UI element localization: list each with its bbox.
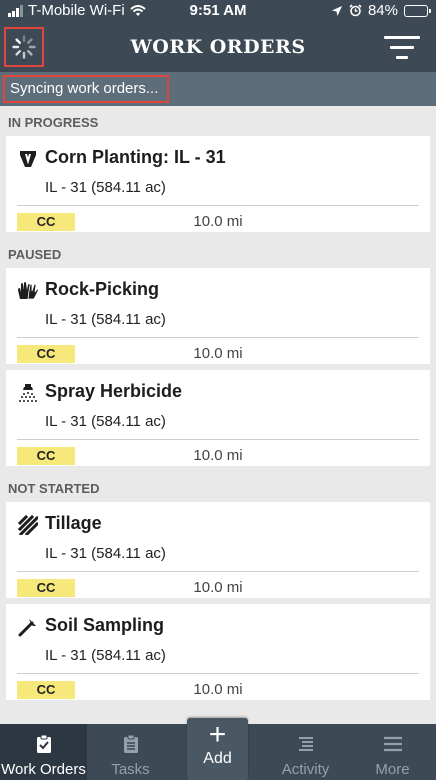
seed-planter-icon xyxy=(17,148,39,170)
work-order-field: IL - 31 (584.11 ac) xyxy=(45,413,166,430)
tab-label: Activity xyxy=(281,761,330,778)
work-order-title: Rock-Picking xyxy=(45,279,160,299)
section-header-not-started: NOT STARTED xyxy=(8,481,100,496)
page-title: WORK ORDERS xyxy=(130,36,306,58)
divider xyxy=(17,673,419,674)
section-header-paused: PAUSED xyxy=(8,247,62,262)
work-order-title: Spray Herbicide xyxy=(45,381,183,401)
sync-status-bar: Syncing work orders... xyxy=(0,72,436,106)
work-order-distance: 10.0 mi xyxy=(193,213,243,230)
work-order-field: IL - 31 (584.11 ac) xyxy=(45,647,166,664)
location-arrow-icon xyxy=(331,5,342,16)
filter-button[interactable] xyxy=(384,36,420,60)
work-order-card[interactable]: Corn Planting: IL - 31 IL - 31 (584.11 a… xyxy=(6,136,430,232)
work-order-field: IL - 31 (584.11 ac) xyxy=(45,311,166,328)
work-orders-list[interactable]: IN PROGRESS Corn Planting: IL - 31 IL - … xyxy=(0,106,436,724)
work-order-title: Corn Planting: IL - 31 xyxy=(45,147,226,167)
divider xyxy=(17,205,419,206)
divider xyxy=(17,337,419,338)
add-button[interactable]: + Add xyxy=(187,718,248,780)
clipboard-list-icon xyxy=(123,734,138,753)
work-order-card[interactable]: Soil Sampling IL - 31 (584.11 ac) CC 10.… xyxy=(6,604,430,700)
sync-message: Syncing work orders... xyxy=(3,75,169,103)
work-order-field: IL - 31 (584.11 ac) xyxy=(45,179,166,196)
tab-label: More xyxy=(375,761,410,778)
status-bar: T-Mobile Wi-Fi 9:51 AM 84% xyxy=(0,0,436,22)
tab-label: Tasks xyxy=(111,761,150,778)
divider xyxy=(17,439,419,440)
soil-probe-icon xyxy=(17,616,39,638)
tab-more[interactable]: More xyxy=(349,724,436,780)
work-order-field: IL - 31 (584.11 ac) xyxy=(45,545,166,562)
tillage-icon xyxy=(17,514,39,536)
tab-activity[interactable]: Activity xyxy=(262,724,349,780)
work-order-card[interactable]: Spray Herbicide IL - 31 (584.11 ac) CC 1… xyxy=(6,370,430,466)
tab-tasks[interactable]: Tasks xyxy=(87,724,174,780)
work-order-distance: 10.0 mi xyxy=(193,345,243,362)
section-header-in-progress: IN PROGRESS xyxy=(8,115,99,130)
work-order-distance: 10.0 mi xyxy=(193,681,243,698)
bottom-tab-bar: Work Orders Tasks + Add Activity More xyxy=(0,718,436,780)
tab-label: Work Orders xyxy=(1,761,86,778)
work-order-distance: 10.0 mi xyxy=(193,447,243,464)
hamburger-menu-icon xyxy=(383,736,402,752)
battery-icon xyxy=(404,4,431,17)
divider xyxy=(17,571,419,572)
work-order-distance: 10.0 mi xyxy=(193,579,243,596)
tab-work-orders[interactable]: Work Orders xyxy=(0,724,87,780)
work-order-card[interactable]: Tillage IL - 31 (584.11 ac) CC 10.0 mi xyxy=(6,502,430,598)
work-order-card[interactable]: Rock-Picking IL - 31 (584.11 ac) CC 10.0… xyxy=(6,268,430,364)
work-order-title: Soil Sampling xyxy=(45,615,165,635)
work-order-title: Tillage xyxy=(45,513,102,533)
plus-icon: + xyxy=(208,718,227,751)
activity-list-icon xyxy=(298,737,313,751)
gloves-icon xyxy=(17,280,39,302)
alarm-icon xyxy=(349,4,362,17)
clipboard-check-icon xyxy=(36,734,51,753)
app-header: WORK ORDERS xyxy=(0,22,436,72)
add-label: Add xyxy=(203,750,232,767)
sprayer-icon xyxy=(17,382,39,404)
battery-percent: 84% xyxy=(367,2,398,19)
